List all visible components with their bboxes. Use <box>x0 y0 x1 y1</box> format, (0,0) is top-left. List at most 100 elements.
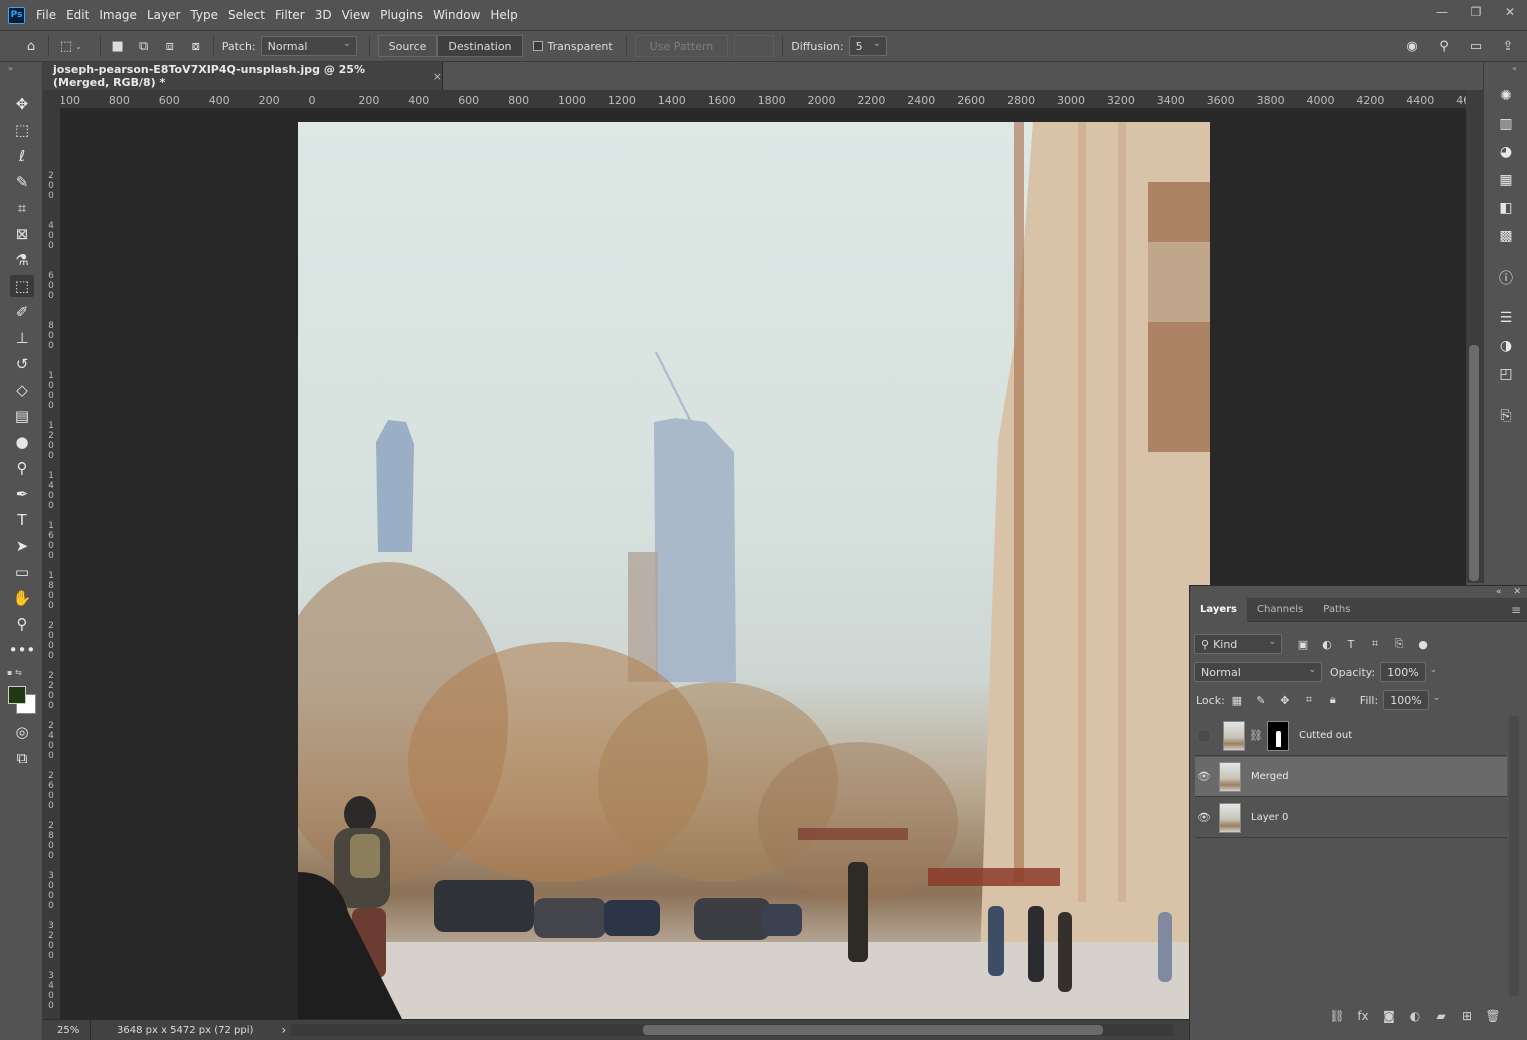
path-selection-tool-icon[interactable]: ➤ <box>10 535 34 557</box>
gradients-icon[interactable]: ◧ <box>1495 198 1517 218</box>
diffusion-dropdown[interactable]: 5 ⌄ <box>848 36 887 56</box>
tab-channels[interactable]: Channels <box>1247 598 1313 622</box>
color-palette-icon[interactable]: ◕ <box>1495 142 1517 162</box>
horizontal-ruler[interactable]: 100 800 600 400 200 0 200 400 600 800 1000 1200 1400… <box>61 90 1466 109</box>
pen-tool-icon[interactable]: ✒ <box>10 483 34 505</box>
close-document-icon[interactable]: × <box>433 70 442 83</box>
marquee-tool-icon[interactable]: ⬚ <box>10 119 34 141</box>
layer-mask-thumbnail[interactable] <box>1266 720 1289 751</box>
collapse-panel-icon[interactable]: « <box>1496 587 1502 597</box>
layer-row-cutted-out[interactable]: ⛓ Cutted out <box>1195 716 1507 756</box>
preset-chevron-icon[interactable]: ⌄ <box>75 42 82 51</box>
menu-layer[interactable]: Layer <box>147 8 180 22</box>
type-filter-icon[interactable]: T <box>1344 637 1358 651</box>
menu-filter[interactable]: Filter <box>275 8 305 22</box>
opacity-field[interactable]: 100% ⌄ <box>1380 662 1437 682</box>
menu-edit[interactable]: Edit <box>66 8 89 22</box>
clone-stamp-tool-icon[interactable]: ⊥ <box>10 327 34 349</box>
panel-menu-icon[interactable]: ≡ <box>1511 603 1521 617</box>
document-image[interactable] <box>298 122 1210 1019</box>
default-colors-icon[interactable]: ▪ ⇆ <box>7 668 22 677</box>
menu-view[interactable]: View <box>342 8 370 22</box>
transparent-checkbox[interactable] <box>532 41 543 51</box>
close-panel-icon[interactable]: ✕ <box>1513 587 1521 597</box>
zoom-tool-icon[interactable]: ⚲ <box>10 613 34 635</box>
adjustment-layer-icon[interactable]: ◐ <box>1402 1009 1428 1023</box>
libraries-icon[interactable]: ◰ <box>1495 364 1517 384</box>
lasso-tool-icon[interactable]: ℓ <box>10 145 34 167</box>
canvas-vertical-scrollbar[interactable] <box>1466 90 1483 583</box>
scrollbar-thumb[interactable] <box>643 1025 1103 1035</box>
menu-plugins[interactable]: Plugins <box>380 8 423 22</box>
more-tools-icon[interactable]: ••• <box>9 639 36 661</box>
patch-tool-preset-icon[interactable]: ⬚ <box>57 37 75 55</box>
delete-layer-icon[interactable]: 🗑︎ <box>1480 1009 1506 1023</box>
eyedropper-tool-icon[interactable]: ⚗ <box>10 249 34 271</box>
home-icon[interactable]: ⌂ <box>22 37 40 55</box>
blur-tool-icon[interactable]: ● <box>10 431 34 453</box>
screen-mode-icon[interactable]: ⧉ <box>10 747 34 769</box>
canvas-horizontal-scrollbar[interactable] <box>291 1024 1173 1036</box>
layer-name[interactable]: Merged <box>1251 771 1289 782</box>
crop-tool-icon[interactable]: ⌗ <box>10 197 34 219</box>
tab-paths[interactable]: Paths <box>1313 598 1360 622</box>
chevron-down-icon[interactable]: ⌄ <box>1433 693 1441 703</box>
layer-thumbnail[interactable] <box>1219 802 1241 833</box>
frame-tool-icon[interactable]: ⊠ <box>10 223 34 245</box>
mask-link-icon[interactable]: ⛓ <box>1249 729 1263 742</box>
layer-thumbnail[interactable] <box>1223 720 1245 751</box>
menu-3d[interactable]: 3D <box>315 8 332 22</box>
info-icon[interactable]: ⓘ <box>1495 268 1517 288</box>
eraser-tool-icon[interactable]: ◇ <box>10 379 34 401</box>
use-pattern-button[interactable]: Use Pattern <box>634 35 729 57</box>
visibility-toggle-off[interactable] <box>1199 730 1209 741</box>
restore-button[interactable]: ❐ <box>1459 0 1493 24</box>
source-button[interactable]: Source <box>377 35 438 57</box>
adjustment-filter-icon[interactable]: ◐ <box>1320 637 1334 651</box>
share-icon[interactable]: ⇪ <box>1499 37 1517 55</box>
quick-selection-tool-icon[interactable]: ✎ <box>10 171 34 193</box>
zoom-level[interactable]: 25% <box>43 1019 91 1040</box>
lock-transparent-icon[interactable]: ▦ <box>1230 693 1244 707</box>
quick-mask-icon[interactable]: ◎ <box>10 721 34 743</box>
pattern-picker[interactable] <box>734 35 775 57</box>
blend-mode-dropdown[interactable]: Normal ⌄ <box>1194 662 1322 682</box>
add-selection-icon[interactable]: ⧉ <box>135 37 153 55</box>
dodge-tool-icon[interactable]: ⚲ <box>10 457 34 479</box>
lock-artboard-icon[interactable]: ⌗ <box>1302 693 1316 707</box>
subtract-selection-icon[interactable]: ⧈ <box>161 37 179 55</box>
layer-name[interactable]: Cutted out <box>1299 730 1352 741</box>
menu-help[interactable]: Help <box>490 8 517 22</box>
search-icon[interactable]: ⚲ <box>1435 37 1453 55</box>
collapse-panels-icon[interactable]: « <box>1512 64 1517 73</box>
layer-row-layer-0[interactable]: 👁︎ Layer 0 <box>1195 798 1507 838</box>
link-layers-icon[interactable]: ⛓ <box>1324 1009 1350 1023</box>
menu-image[interactable]: Image <box>99 8 137 22</box>
gradient-tool-icon[interactable]: ▤ <box>10 405 34 427</box>
brush-tool-icon[interactable]: ✐ <box>10 301 34 323</box>
share-account-icon[interactable]: ◉ <box>1403 37 1421 55</box>
menu-file[interactable]: File <box>36 8 56 22</box>
status-menu-arrow-icon[interactable]: › <box>281 1023 286 1037</box>
move-tool-icon[interactable]: ✥ <box>10 93 34 115</box>
history-icon[interactable]: ⎘ <box>1495 406 1517 426</box>
close-window-button[interactable]: ✕ <box>1493 0 1527 24</box>
collapse-toolbar-icon[interactable]: » <box>8 64 13 73</box>
patch-mode-dropdown[interactable]: Normal ⌄ <box>260 36 357 56</box>
lock-position-icon[interactable]: ✥ <box>1278 693 1292 707</box>
destination-button[interactable]: Destination <box>437 35 523 57</box>
swatches-icon[interactable]: ▦ <box>1495 170 1517 190</box>
patterns-icon[interactable]: ▩ <box>1495 226 1517 246</box>
fx-icon[interactable]: fx <box>1350 1009 1376 1023</box>
layers-scrollbar[interactable] <box>1509 716 1519 996</box>
tab-layers[interactable]: Layers <box>1190 597 1247 622</box>
new-layer-icon[interactable]: ⊞ <box>1454 1009 1480 1023</box>
scrollbar-thumb[interactable] <box>1469 345 1479 581</box>
new-group-icon[interactable]: ▰ <box>1428 1009 1454 1023</box>
eye-icon[interactable]: 👁︎ <box>1195 811 1213 824</box>
layer-thumbnail[interactable] <box>1219 761 1241 792</box>
fill-field[interactable]: 100% ⌄ <box>1383 690 1440 710</box>
lock-image-icon[interactable]: ✎ <box>1254 693 1268 707</box>
document-tab[interactable]: joseph-pearson-E8ToV7XIP4Q-unsplash.jpg … <box>43 62 443 90</box>
hand-tool-icon[interactable]: ✋ <box>10 587 34 609</box>
